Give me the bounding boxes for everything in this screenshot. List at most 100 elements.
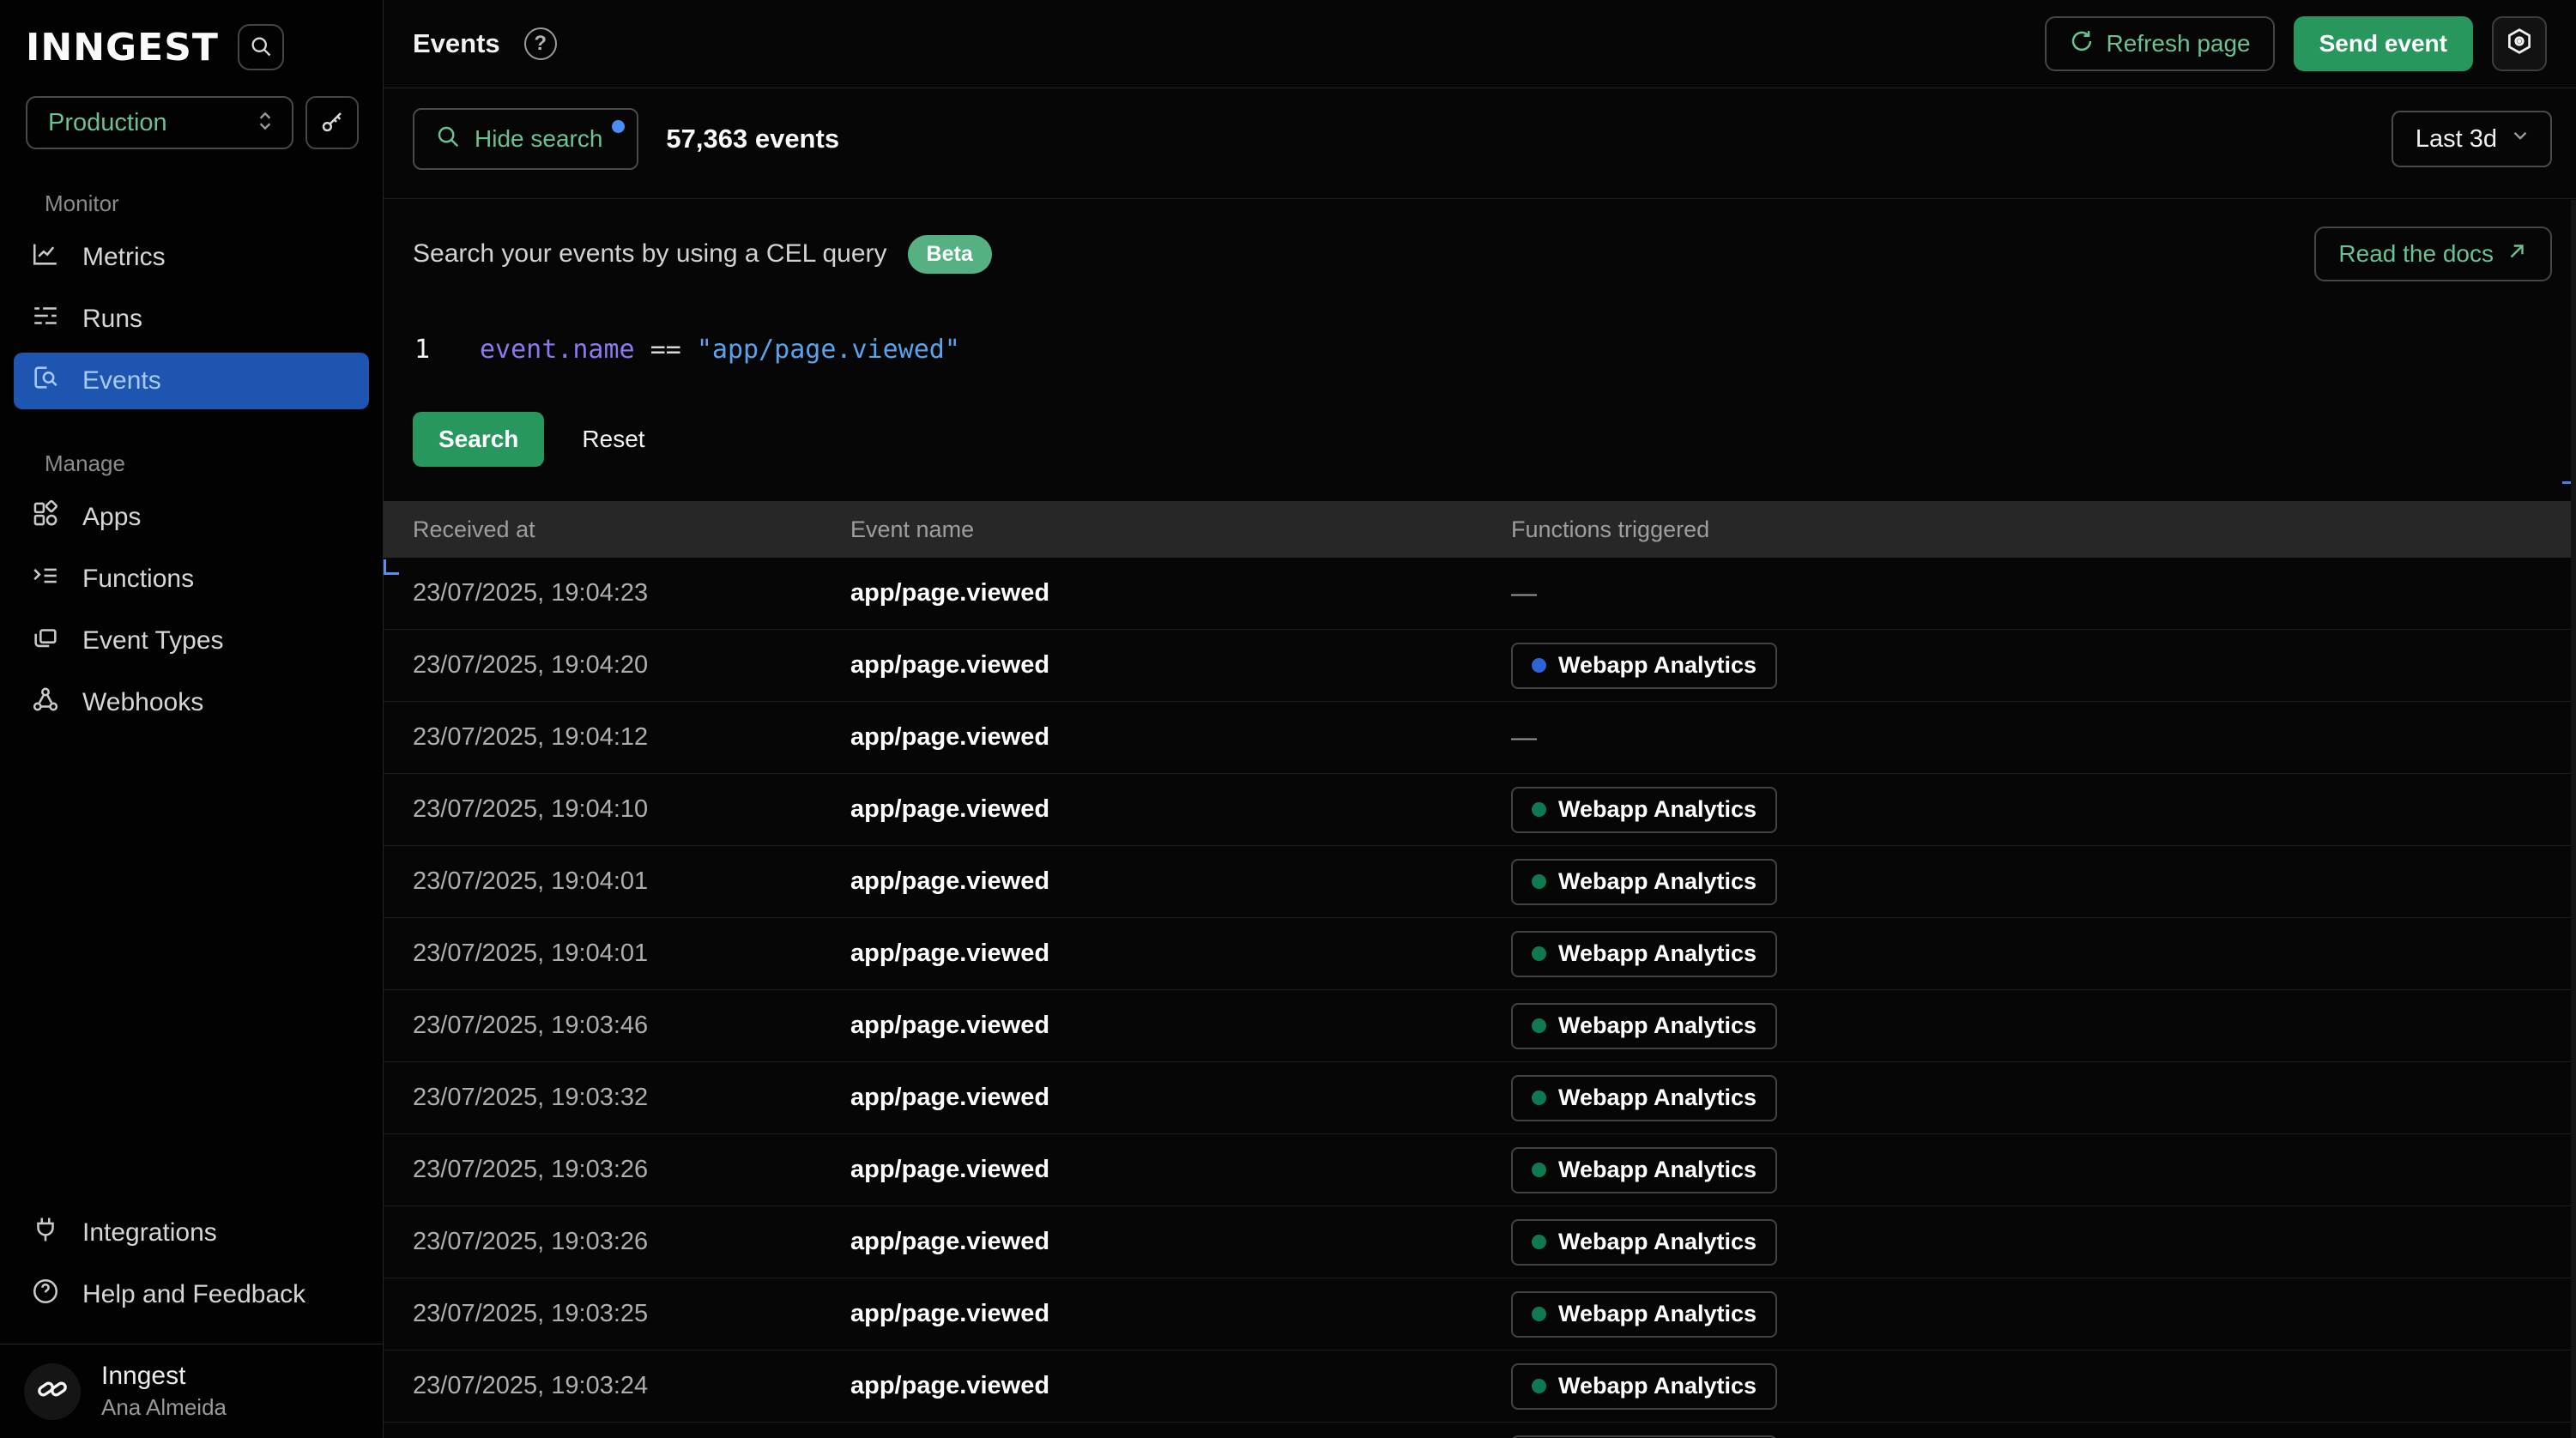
scroll-track[interactable] bbox=[2571, 200, 2576, 1438]
function-badge[interactable]: Webapp Analytics bbox=[1511, 1291, 1777, 1338]
sidebar-item-event-types[interactable]: Event Types bbox=[14, 613, 369, 669]
events-table: Received at Event name Functions trigger… bbox=[384, 501, 2576, 1438]
event-name-cell: app/page.viewed bbox=[850, 723, 1511, 752]
table-row[interactable]: 23/07/2025, 19:04:20app/page.viewedWebap… bbox=[384, 630, 2576, 702]
table-row[interactable]: 23/07/2025, 19:03:26app/page.viewedWebap… bbox=[384, 1206, 2576, 1278]
function-badge[interactable]: Webapp Analytics bbox=[1511, 1219, 1777, 1266]
functions-cell: Webapp Analytics bbox=[1511, 1147, 2576, 1193]
sidebar-item-runs[interactable]: Runs bbox=[14, 291, 369, 347]
function-badge-label: Webapp Analytics bbox=[1558, 652, 1757, 679]
table-row[interactable]: 23/07/2025, 19:04:23app/page.viewed— bbox=[384, 558, 2576, 630]
editor-resize-handle[interactable] bbox=[384, 559, 399, 575]
functions-cell: Webapp Analytics bbox=[1511, 1003, 2576, 1049]
arrow-up-right-icon bbox=[2506, 240, 2528, 269]
function-badge[interactable]: Webapp Analytics bbox=[1511, 1435, 1777, 1438]
function-status-dot bbox=[1532, 802, 1546, 817]
event-name-cell: app/page.viewed bbox=[850, 579, 1511, 607]
received-at-cell: 23/07/2025, 19:04:01 bbox=[413, 940, 850, 968]
function-badge[interactable]: Webapp Analytics bbox=[1511, 859, 1777, 905]
sidebar-search-button[interactable] bbox=[238, 24, 284, 70]
inngest-mark-icon bbox=[35, 1372, 70, 1411]
beta-badge: Beta bbox=[908, 235, 992, 274]
table-row[interactable]: 23/07/2025, 19:03:24app/page.viewedWebap… bbox=[384, 1350, 2576, 1423]
logo-row: INNGEST bbox=[0, 0, 383, 70]
main-panel: Events ? Refresh page Send event bbox=[384, 0, 2576, 1438]
functions-cell: Webapp Analytics bbox=[1511, 643, 2576, 689]
cel-search-panel: Search your events by using a CEL query … bbox=[384, 199, 2576, 467]
account-menu[interactable]: Inngest Ana Almeida bbox=[0, 1344, 383, 1438]
function-badge[interactable]: Webapp Analytics bbox=[1511, 1075, 1777, 1121]
column-functions-triggered: Functions triggered bbox=[1511, 517, 2576, 543]
table-row[interactable]: 23/07/2025, 19:03:32app/page.viewedWebap… bbox=[384, 1062, 2576, 1134]
read-docs-button[interactable]: Read the docs bbox=[2314, 227, 2552, 281]
table-row[interactable]: 23/07/2025, 19:03:46app/page.viewedWebap… bbox=[384, 990, 2576, 1062]
sidebar-item-integrations[interactable]: Integrations bbox=[14, 1205, 369, 1261]
read-docs-label: Read the docs bbox=[2338, 240, 2494, 268]
function-badge[interactable]: Webapp Analytics bbox=[1511, 787, 1777, 833]
sidebar-item-metrics[interactable]: Metrics bbox=[14, 229, 369, 286]
sidebar-item-events[interactable]: Events bbox=[14, 353, 369, 409]
received-at-cell: 23/07/2025, 19:04:20 bbox=[413, 651, 850, 680]
received-at-cell: 23/07/2025, 19:03:24 bbox=[413, 1372, 850, 1400]
sidebar-item-help-feedback[interactable]: Help and Feedback bbox=[14, 1266, 369, 1323]
table-row[interactable]: 23/07/2025, 19:04:01app/page.viewedWebap… bbox=[384, 918, 2576, 990]
metrics-icon bbox=[31, 239, 60, 275]
sidebar-item-label: Functions bbox=[82, 565, 194, 594]
event-name-cell: app/page.viewed bbox=[850, 1012, 1511, 1040]
cel-query-editor[interactable]: 1 event.name == "app/page.viewed" bbox=[384, 314, 2552, 384]
sidebar-nav: Monitor Metrics Runs Events Manage bbox=[0, 149, 383, 736]
question-circle-icon bbox=[31, 1277, 60, 1313]
sidebar-item-label: Metrics bbox=[82, 243, 166, 272]
send-event-button[interactable]: Send event bbox=[2294, 16, 2473, 71]
send-event-label: Send event bbox=[2319, 30, 2447, 57]
table-row[interactable]: 23/07/2025, 19:03:25app/page.viewedWebap… bbox=[384, 1278, 2576, 1350]
function-badge-label: Webapp Analytics bbox=[1558, 1085, 1757, 1111]
received-at-cell: 23/07/2025, 19:03:26 bbox=[413, 1156, 850, 1184]
received-at-cell: 23/07/2025, 19:03:26 bbox=[413, 1228, 850, 1256]
sidebar-item-webhooks[interactable]: Webhooks bbox=[14, 674, 369, 731]
key-icon bbox=[319, 109, 345, 137]
hide-search-label: Hide search bbox=[475, 125, 602, 153]
runs-icon bbox=[31, 301, 60, 337]
time-range-label: Last 3d bbox=[2416, 125, 2497, 154]
function-badge[interactable]: Webapp Analytics bbox=[1511, 931, 1777, 977]
event-name-cell: app/page.viewed bbox=[850, 940, 1511, 968]
table-row[interactable]: 23/07/2025, 19:04:10app/page.viewedWebap… bbox=[384, 774, 2576, 846]
cel-query-code[interactable]: event.name == "app/page.viewed" bbox=[438, 335, 960, 365]
events-help-icon[interactable]: ? bbox=[524, 27, 557, 60]
nav-section-manage: Manage bbox=[45, 450, 369, 477]
sidebar-item-apps[interactable]: Apps bbox=[14, 489, 369, 546]
function-badge[interactable]: Webapp Analytics bbox=[1511, 1363, 1777, 1410]
sidebar-item-functions[interactable]: Functions bbox=[14, 551, 369, 607]
refresh-page-button[interactable]: Refresh page bbox=[2045, 16, 2275, 71]
function-badge[interactable]: Webapp Analytics bbox=[1511, 1147, 1777, 1193]
search-button[interactable]: Search bbox=[413, 412, 544, 467]
environment-row: Production bbox=[0, 70, 383, 149]
received-at-cell: 23/07/2025, 19:04:12 bbox=[413, 723, 850, 752]
hide-search-button[interactable]: Hide search bbox=[413, 108, 638, 170]
chevron-updown-icon bbox=[254, 110, 276, 136]
environment-selector[interactable]: Production bbox=[26, 96, 293, 149]
table-body: 23/07/2025, 19:04:23app/page.viewed—23/0… bbox=[384, 558, 2576, 1438]
functions-cell: Webapp Analytics bbox=[1511, 859, 2576, 905]
functions-cell: Webapp Analytics bbox=[1511, 1219, 2576, 1266]
table-row[interactable]: 23/07/2025, 19:03:23app/page.viewedWebap… bbox=[384, 1423, 2576, 1438]
time-range-dropdown[interactable]: Last 3d bbox=[2392, 111, 2552, 167]
function-badge-label: Webapp Analytics bbox=[1558, 1229, 1757, 1255]
title-actions: Refresh page Send event bbox=[2045, 16, 2548, 71]
reset-button[interactable]: Reset bbox=[582, 426, 644, 453]
functions-cell: Webapp Analytics bbox=[1511, 931, 2576, 977]
settings-button[interactable] bbox=[2492, 16, 2547, 71]
table-row[interactable]: 23/07/2025, 19:04:01app/page.viewedWebap… bbox=[384, 846, 2576, 918]
column-event-name: Event name bbox=[850, 517, 1511, 543]
table-row[interactable]: 23/07/2025, 19:04:12app/page.viewed— bbox=[384, 702, 2576, 774]
table-row[interactable]: 23/07/2025, 19:03:26app/page.viewedWebap… bbox=[384, 1134, 2576, 1206]
sidebar-item-label: Runs bbox=[82, 305, 142, 334]
received-at-cell: 23/07/2025, 19:03:46 bbox=[413, 1012, 850, 1040]
account-text: Inngest Ana Almeida bbox=[101, 1362, 227, 1421]
function-status-dot bbox=[1532, 658, 1546, 673]
function-badge[interactable]: Webapp Analytics bbox=[1511, 1003, 1777, 1049]
function-badge[interactable]: Webapp Analytics bbox=[1511, 643, 1777, 689]
event-keys-button[interactable] bbox=[305, 96, 359, 149]
refresh-icon bbox=[2069, 28, 2095, 60]
